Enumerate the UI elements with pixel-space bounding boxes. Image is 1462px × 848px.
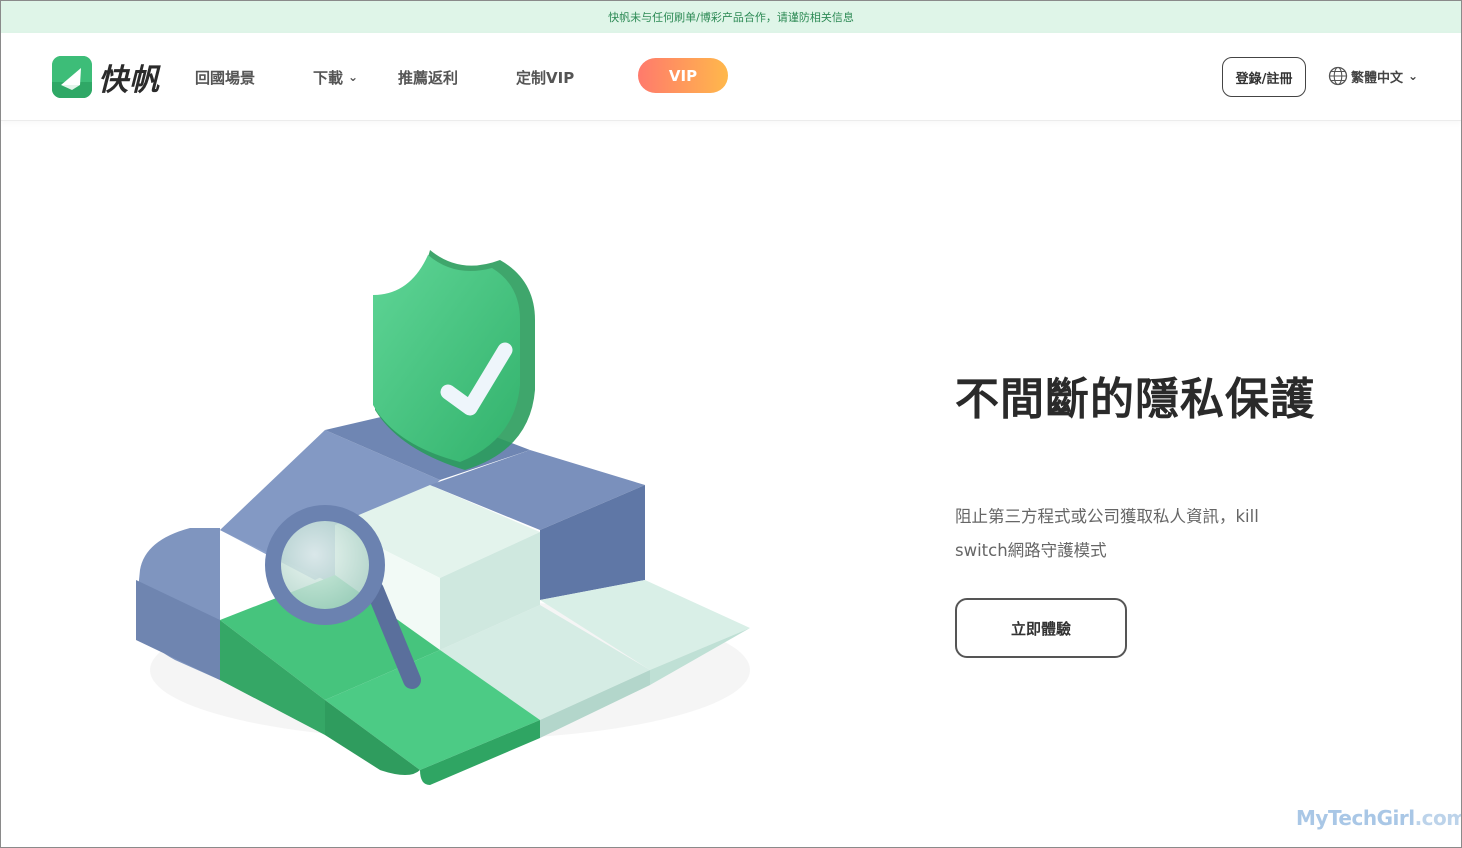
site-header: 快帆 回國場景 下載 ⌄ 推薦返利 定制VIP VIP 登錄/註冊 繁體中文 ⌄ bbox=[0, 33, 1462, 121]
language-selector[interactable]: 繁體中文 ⌄ bbox=[1328, 66, 1418, 86]
vip-button[interactable]: VIP bbox=[638, 58, 728, 93]
hero-title: 不間斷的隱私保護 bbox=[955, 374, 1315, 425]
watermark: MyTechGirl.com bbox=[1296, 806, 1462, 830]
cta-label: 立即體驗 bbox=[1010, 619, 1071, 638]
hero-description: 阻止第三方程式或公司獲取私人資訊，kill switch網路守護模式 bbox=[955, 507, 1259, 560]
watermark-domain: .com bbox=[1414, 806, 1462, 830]
notice-bar: 快帆未与任何刷单/博彩产品合作，请谨防相关信息 bbox=[0, 0, 1462, 33]
nav-label: 回國場景 bbox=[195, 69, 256, 87]
try-now-button[interactable]: 立即體驗 bbox=[955, 598, 1127, 658]
nav-label: 推薦返利 bbox=[398, 69, 459, 87]
language-label: 繁體中文 bbox=[1351, 70, 1404, 86]
nav-label: 下載 bbox=[313, 69, 344, 87]
nav-item-download[interactable]: 下載 ⌄ bbox=[313, 67, 358, 88]
nav-item-return-scenes[interactable]: 回國場景 bbox=[195, 67, 255, 88]
logo-text: 快帆 bbox=[98, 63, 160, 98]
nav-label: 定制VIP bbox=[516, 69, 575, 87]
paper-plane-icon bbox=[52, 56, 92, 98]
chevron-down-icon: ⌄ bbox=[1408, 69, 1419, 83]
vip-label: VIP bbox=[668, 66, 698, 85]
login-label: 登錄/註冊 bbox=[1235, 71, 1293, 87]
chevron-down-icon: ⌄ bbox=[348, 70, 359, 84]
notice-text: 快帆未与任何刷单/博彩产品合作，请谨防相关信息 bbox=[608, 10, 854, 24]
privacy-illustration bbox=[136, 250, 750, 785]
login-register-button[interactable]: 登錄/註冊 bbox=[1222, 57, 1306, 97]
nav-item-custom-vip[interactable]: 定制VIP bbox=[516, 67, 574, 88]
logo[interactable]: 快帆 bbox=[52, 55, 160, 99]
nav-item-referral[interactable]: 推薦返利 bbox=[398, 67, 458, 88]
globe-icon bbox=[1328, 66, 1348, 86]
watermark-text: MyTechGirl bbox=[1296, 806, 1415, 830]
